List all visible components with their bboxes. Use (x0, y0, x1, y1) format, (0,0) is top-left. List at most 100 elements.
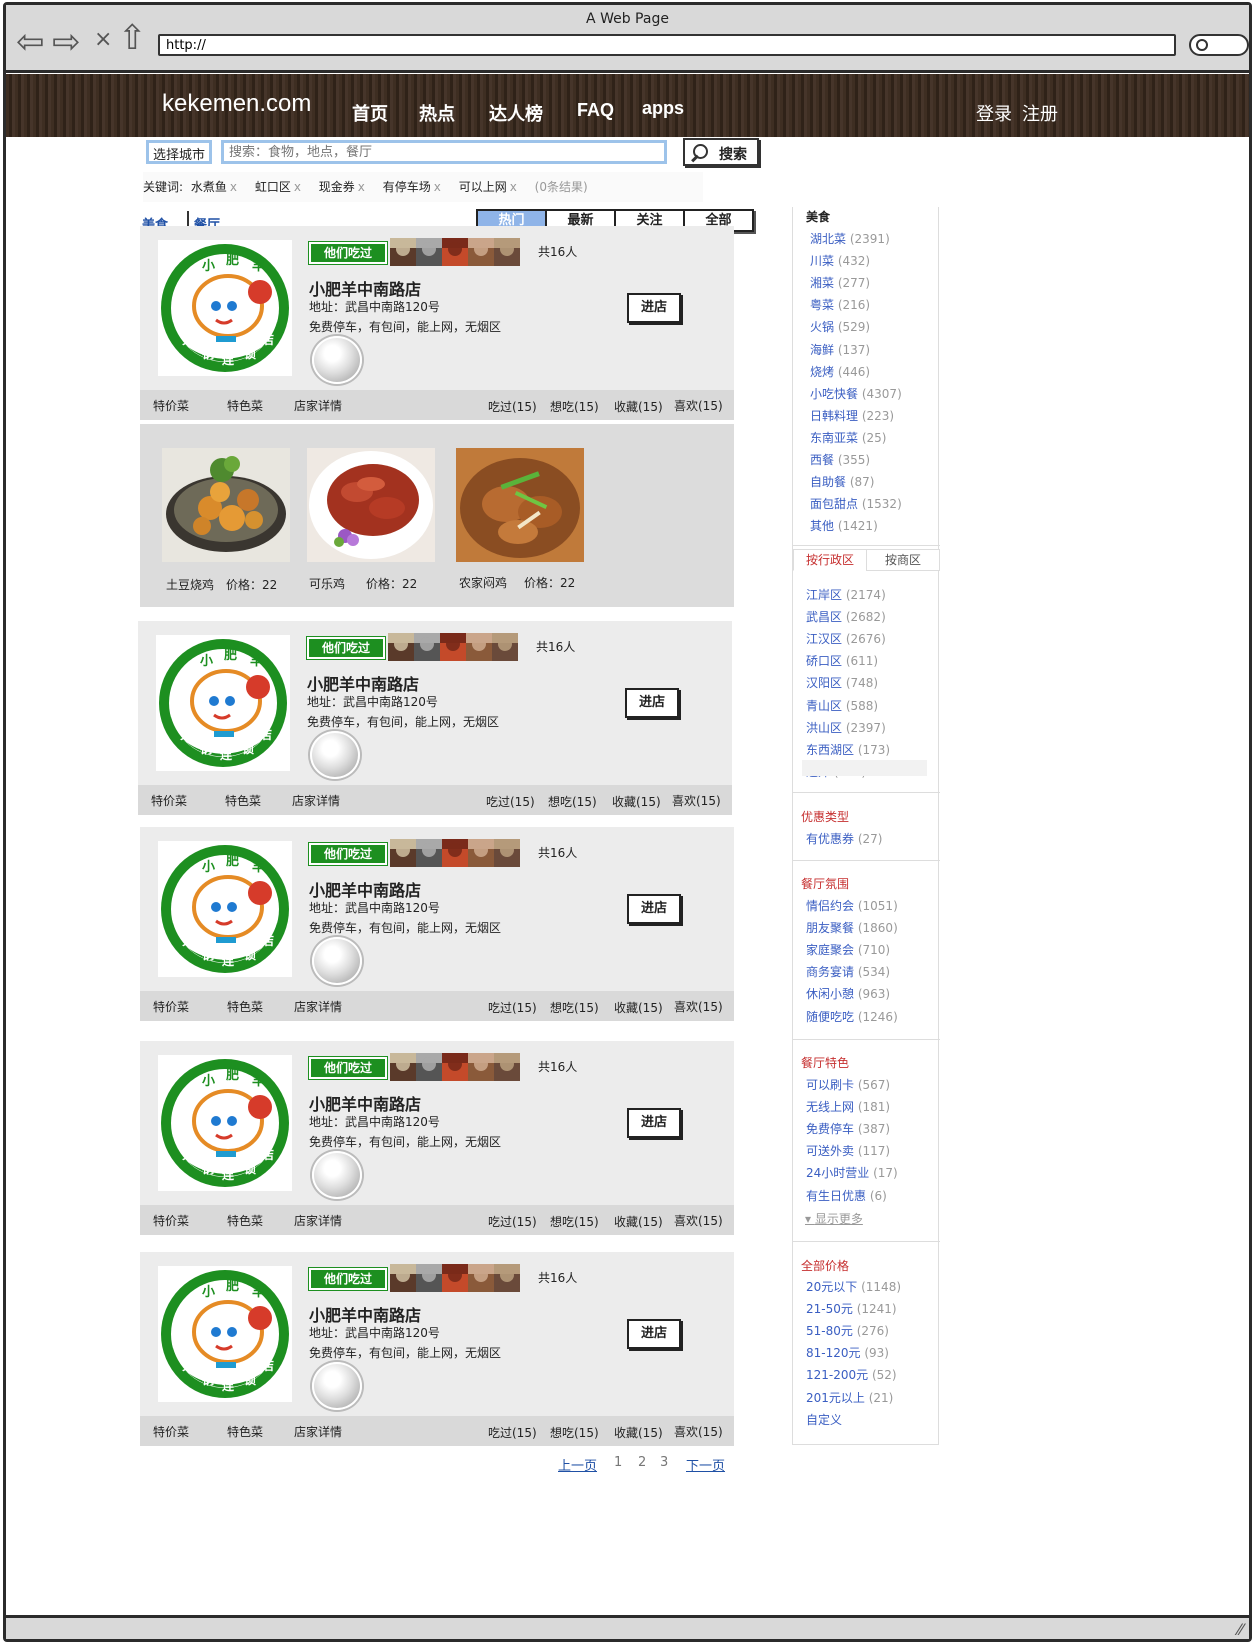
district-filter-item[interactable]: 江汉区 (2676) (806, 630, 886, 647)
cuisine-filter-item[interactable]: 自助餐 (87) (810, 473, 874, 490)
favorite-count[interactable]: 收藏(15) (614, 1424, 663, 1441)
price-filter-item[interactable]: 121-200元 (52) (806, 1366, 897, 1383)
eaten-badge[interactable]: 他们吃过 (307, 637, 385, 659)
user-avatar[interactable] (442, 1264, 468, 1292)
cuisine-filter-item[interactable]: 面包甜点 (1532) (810, 495, 902, 512)
user-avatar[interactable] (468, 839, 494, 867)
page-2[interactable]: 2 (638, 1455, 646, 1470)
user-avatar[interactable] (414, 633, 440, 661)
cuisine-filter-item[interactable]: 川菜 (432) (810, 252, 870, 269)
district-filter-item[interactable]: 江岸区 (2174) (806, 586, 886, 603)
price-filter-item[interactable]: 201元以上 (21) (806, 1389, 893, 1406)
user-avatar[interactable] (494, 1053, 520, 1081)
cuisine-filter-item[interactable]: 湘菜 (277) (810, 274, 870, 291)
resize-grip-icon[interactable]: ⁄⁄ (1238, 1620, 1243, 1639)
next-page-link[interactable]: 下一页 (686, 1455, 725, 1474)
special-price-link[interactable]: 特价菜 (153, 1423, 189, 1440)
user-avatar[interactable] (390, 1264, 416, 1292)
district-filter-item[interactable]: 洪山区 (2397) (806, 719, 886, 736)
cuisine-filter-item[interactable]: 其他 (1421) (810, 517, 878, 534)
user-avatar[interactable] (466, 633, 492, 661)
remove-icon[interactable]: x (358, 180, 365, 194)
district-filter-item[interactable]: 武昌区 (2682) (806, 608, 886, 625)
user-avatar[interactable] (468, 1264, 494, 1292)
eaten-badge[interactable]: 他们吃过 (309, 1268, 387, 1290)
store-details-link[interactable]: 店家详情 (292, 792, 340, 809)
city-selector[interactable]: 选择城市 (146, 140, 212, 164)
search-input[interactable] (221, 140, 667, 164)
remove-icon[interactable]: x (434, 180, 441, 194)
eaten-count[interactable]: 吃过(15) (488, 1213, 537, 1230)
user-avatar[interactable] (388, 633, 414, 661)
enter-store-button[interactable]: 进店 (627, 1319, 681, 1349)
eaten-badge[interactable]: 他们吃过 (309, 843, 387, 865)
close-icon[interactable]: × (94, 27, 112, 52)
cuisine-filter-item[interactable]: 小吃快餐 (4307) (810, 385, 902, 402)
user-avatar[interactable] (416, 1264, 442, 1292)
user-avatar[interactable] (390, 238, 416, 266)
district-filter-item[interactable]: 东西湖区 (173) (806, 741, 890, 758)
restaurant-name[interactable]: 小肥羊中南路店 (309, 877, 421, 901)
like-count[interactable]: 喜欢(15) (674, 1212, 723, 1229)
store-details-link[interactable]: 店家详情 (294, 1423, 342, 1440)
show-more-link[interactable]: ▾ 显示更多 (805, 1210, 863, 1227)
enter-store-button[interactable]: 进店 (627, 894, 681, 924)
price-filter-item[interactable]: 51-80元 (276) (806, 1322, 889, 1339)
special-price-link[interactable]: 特价菜 (153, 397, 189, 414)
eaten-badge[interactable]: 他们吃过 (309, 242, 387, 264)
specialty-link[interactable]: 特色菜 (225, 792, 261, 809)
filter-chip[interactable]: 虹口区 x (255, 172, 301, 202)
dish-image[interactable] (162, 448, 290, 562)
district-filter-item[interactable]: 硚口区 (611) (806, 652, 878, 669)
discount-filter-item[interactable]: 有优惠券 (27) (806, 830, 882, 847)
eaten-badge[interactable]: 他们吃过 (309, 1057, 387, 1079)
want-count[interactable]: 想吃(15) (550, 1424, 599, 1441)
cuisine-filter-item[interactable]: 火锅 (529) (810, 318, 870, 335)
tab-by-business-area[interactable]: 按商区 (866, 549, 940, 571)
feature-filter-item[interactable]: 无线上网 (181) (806, 1098, 890, 1115)
feature-filter-item[interactable]: 免费停车 (387) (806, 1120, 890, 1137)
user-avatar[interactable] (416, 1053, 442, 1081)
cuisine-filter-item[interactable]: 湖北菜 (2391) (810, 230, 890, 247)
cuisine-filter-item[interactable]: 粤菜 (216) (810, 296, 870, 313)
user-avatar[interactable] (440, 633, 466, 661)
restaurant-logo[interactable]: 小肥羊火锅连锁店 (158, 1266, 292, 1402)
register-link[interactable]: 注册 (1022, 100, 1058, 126)
enter-store-button[interactable]: 进店 (625, 688, 679, 718)
page-1[interactable]: 1 (614, 1455, 622, 1470)
user-avatar[interactable] (468, 238, 494, 266)
favorite-count[interactable]: 收藏(15) (614, 1213, 663, 1230)
filter-chip[interactable]: 有停车场 x (383, 172, 441, 202)
price-filter-item[interactable]: 81-120元 (93) (806, 1344, 889, 1361)
user-avatar[interactable] (416, 839, 442, 867)
atmosphere-filter-item[interactable]: 情侣约会 (1051) (806, 897, 898, 914)
nav-apps[interactable]: apps (642, 98, 684, 119)
store-details-link[interactable]: 店家详情 (294, 998, 342, 1015)
nav-home[interactable]: 首页 (352, 100, 388, 126)
favorite-count[interactable]: 收藏(15) (614, 999, 663, 1016)
eaten-count[interactable]: 吃过(15) (488, 999, 537, 1016)
login-link[interactable]: 登录 (976, 100, 1012, 126)
page-3[interactable]: 3 (660, 1455, 668, 1470)
eaten-count[interactable]: 吃过(15) (488, 1424, 537, 1441)
specialty-link[interactable]: 特色菜 (227, 397, 263, 414)
want-count[interactable]: 想吃(15) (548, 793, 597, 810)
atmosphere-filter-item[interactable]: 休闲小憩 (963) (806, 985, 890, 1002)
filter-chip[interactable]: 现金券 x (319, 172, 365, 202)
special-price-link[interactable]: 特价菜 (153, 1212, 189, 1229)
restaurant-logo[interactable]: 小肥羊火锅连锁店 (158, 841, 292, 977)
user-avatar[interactable] (390, 1053, 416, 1081)
like-count[interactable]: 喜欢(15) (674, 998, 723, 1015)
prev-page-link[interactable]: 上一页 (558, 1455, 597, 1474)
eaten-count[interactable]: 吃过(15) (486, 793, 535, 810)
want-count[interactable]: 想吃(15) (550, 398, 599, 415)
feature-filter-item[interactable]: 24小时营业 (17) (806, 1164, 898, 1181)
home-icon[interactable]: ⇧ (118, 21, 147, 55)
store-details-link[interactable]: 店家详情 (294, 397, 342, 414)
price-filter-item[interactable]: 21-50元 (1241) (806, 1300, 897, 1317)
restaurant-name[interactable]: 小肥羊中南路店 (307, 671, 419, 695)
remove-icon[interactable]: x (230, 180, 237, 194)
specialty-link[interactable]: 特色菜 (227, 1423, 263, 1440)
price-filter-item[interactable]: 自定义 (806, 1411, 842, 1428)
address-bar[interactable] (158, 34, 1176, 56)
